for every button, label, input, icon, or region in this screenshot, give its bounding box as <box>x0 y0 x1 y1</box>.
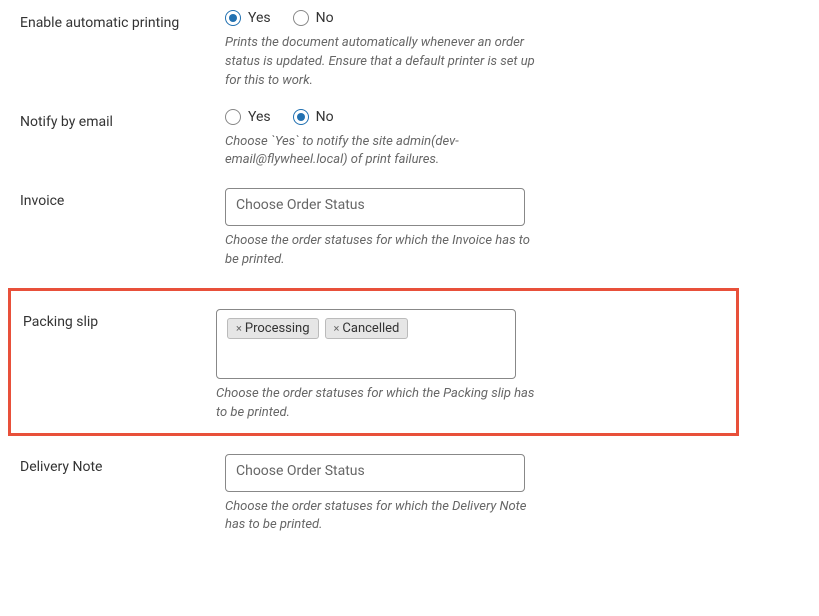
auto-print-radio-group: Yes No <box>225 10 545 26</box>
invoice-row: Invoice Choose Order Status Choose the o… <box>20 188 799 270</box>
delivery-note-label: Delivery Note <box>20 454 225 475</box>
close-icon[interactable]: × <box>334 322 340 335</box>
auto-print-yes-label: Yes <box>248 10 271 26</box>
radio-icon <box>225 10 241 26</box>
notify-email-label: Notify by email <box>20 109 225 130</box>
invoice-help: Choose the order statuses for which the … <box>225 232 545 270</box>
tag-cancelled[interactable]: × Cancelled <box>325 318 409 339</box>
delivery-note-row: Delivery Note Choose Order Status Choose… <box>20 454 799 536</box>
packing-slip-select[interactable]: × Processing × Cancelled <box>216 309 516 379</box>
auto-print-yes-option[interactable]: Yes <box>225 10 271 26</box>
tag-label: Cancelled <box>342 321 399 336</box>
packing-slip-highlight: Packing slip × Processing × Cancelled Ch… <box>8 288 739 436</box>
auto-print-no-label: No <box>316 10 334 26</box>
tag-processing[interactable]: × Processing <box>227 318 319 339</box>
radio-icon <box>293 10 309 26</box>
notify-email-no-label: No <box>316 109 334 125</box>
notify-email-help: Choose `Yes` to notify the site admin(de… <box>225 133 545 171</box>
notify-email-no-option[interactable]: No <box>293 109 334 125</box>
delivery-note-help: Choose the order statuses for which the … <box>225 498 545 536</box>
invoice-control: Choose Order Status Choose the order sta… <box>225 188 545 270</box>
auto-print-label: Enable automatic printing <box>20 10 225 31</box>
auto-print-no-option[interactable]: No <box>293 10 334 26</box>
delivery-note-select[interactable]: Choose Order Status <box>225 454 525 492</box>
tag-label: Processing <box>245 321 310 336</box>
radio-icon <box>225 109 241 125</box>
invoice-select[interactable]: Choose Order Status <box>225 188 525 226</box>
packing-slip-row: Packing slip × Processing × Cancelled Ch… <box>23 309 724 423</box>
radio-icon <box>293 109 309 125</box>
notify-email-yes-label: Yes <box>248 109 271 125</box>
close-icon[interactable]: × <box>236 322 242 335</box>
notify-email-radio-group: Yes No <box>225 109 545 125</box>
invoice-placeholder: Choose Order Status <box>236 197 365 213</box>
auto-print-help: Prints the document automatically whenev… <box>225 34 545 91</box>
notify-email-control: Yes No Choose `Yes` to notify the site a… <box>225 109 545 171</box>
auto-print-control: Yes No Prints the document automatically… <box>225 10 545 91</box>
auto-print-row: Enable automatic printing Yes No Prints … <box>20 10 799 91</box>
notify-email-row: Notify by email Yes No Choose `Yes` to n… <box>20 109 799 171</box>
delivery-note-control: Choose Order Status Choose the order sta… <box>225 454 545 536</box>
notify-email-yes-option[interactable]: Yes <box>225 109 271 125</box>
invoice-label: Invoice <box>20 188 225 209</box>
delivery-note-placeholder: Choose Order Status <box>236 463 365 479</box>
packing-slip-label: Packing slip <box>23 309 216 330</box>
packing-slip-help: Choose the order statuses for which the … <box>216 385 536 423</box>
packing-slip-control: × Processing × Cancelled Choose the orde… <box>216 309 536 423</box>
